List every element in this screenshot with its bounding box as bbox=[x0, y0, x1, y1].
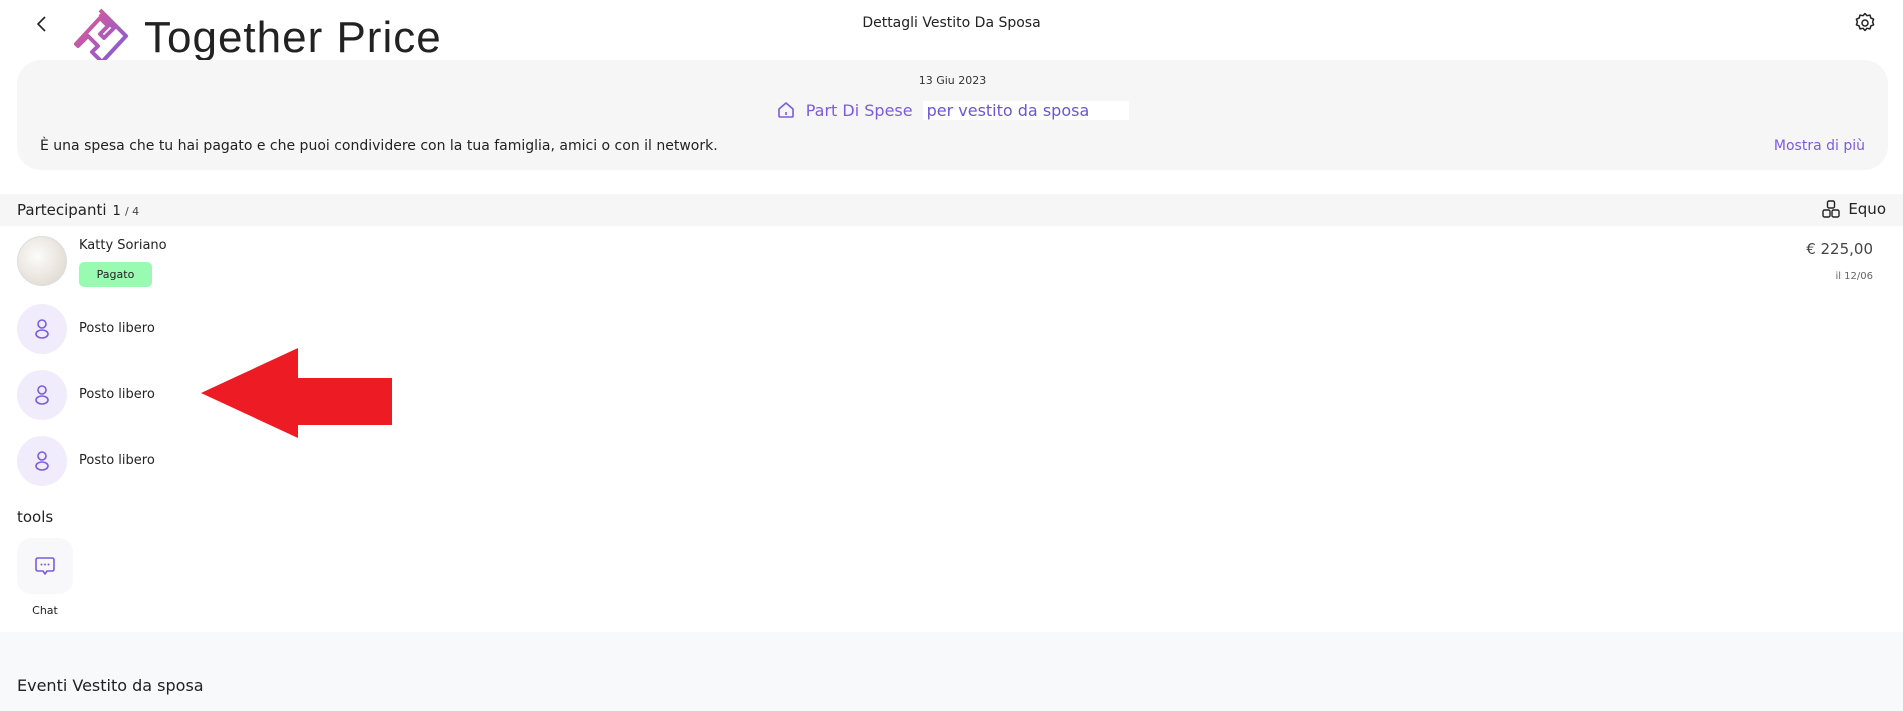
gear-icon bbox=[1855, 12, 1875, 32]
payment-date: il 12/06 bbox=[1835, 271, 1873, 282]
user-icon bbox=[35, 451, 49, 471]
participants-total: / 4 bbox=[124, 205, 140, 218]
free-slot-label[interactable]: Posto libero bbox=[79, 453, 155, 468]
participants-count: 1 bbox=[112, 204, 121, 219]
split-mode-button[interactable]: Equo bbox=[1822, 200, 1886, 218]
free-slot-avatar[interactable] bbox=[17, 370, 67, 420]
page-title: Dettagli Vestito Da Sposa bbox=[862, 15, 1041, 31]
participant-amount: € 225,00 bbox=[1806, 240, 1873, 258]
chat-tool-button[interactable] bbox=[17, 538, 73, 594]
expense-date: 13 Giu 2023 bbox=[918, 74, 987, 87]
events-title: Eventi Vestito da sposa bbox=[17, 676, 204, 695]
participants-header: Partecipanti 1 / 4 Equo bbox=[0, 194, 1903, 226]
expense-heading: Part Di Spese per vestito da sposa bbox=[17, 100, 1888, 120]
split-mode-label: Equo bbox=[1848, 200, 1886, 218]
expense-summary-card: 13 Giu 2023 Part Di Spese per vestito da… bbox=[17, 60, 1888, 170]
chat-tool-label: Chat bbox=[32, 604, 58, 617]
user-icon bbox=[35, 319, 49, 339]
show-more-link[interactable]: Mostra di più bbox=[1774, 138, 1865, 154]
user-icon bbox=[35, 385, 49, 405]
participants-title: Partecipanti bbox=[17, 201, 107, 219]
events-section: Eventi Vestito da sposa bbox=[0, 632, 1903, 711]
expense-heading-suffix: per vestito da sposa bbox=[922, 100, 1130, 120]
participants-label: Partecipanti 1 / 4 bbox=[17, 201, 139, 219]
free-slot-avatar[interactable] bbox=[17, 436, 67, 486]
avatar[interactable] bbox=[17, 236, 67, 286]
settings-button[interactable] bbox=[1853, 11, 1877, 35]
split-blocks-icon bbox=[1822, 200, 1841, 218]
tools-label: tools bbox=[17, 508, 54, 526]
red-arrow-annotation-icon bbox=[201, 348, 392, 438]
expense-heading-prefix: Part Di Spese bbox=[805, 100, 913, 120]
chat-bubble-icon bbox=[35, 557, 55, 575]
participant-name[interactable]: Katty Soriano bbox=[79, 238, 167, 253]
status-badge: Pagato bbox=[79, 262, 152, 287]
home-icon bbox=[777, 102, 794, 118]
free-slot-label[interactable]: Posto libero bbox=[79, 387, 155, 402]
free-slot-avatar[interactable] bbox=[17, 304, 67, 354]
free-slot-label[interactable]: Posto libero bbox=[79, 321, 155, 336]
expense-description: È una spesa che tu hai pagato e che puoi… bbox=[40, 138, 718, 154]
